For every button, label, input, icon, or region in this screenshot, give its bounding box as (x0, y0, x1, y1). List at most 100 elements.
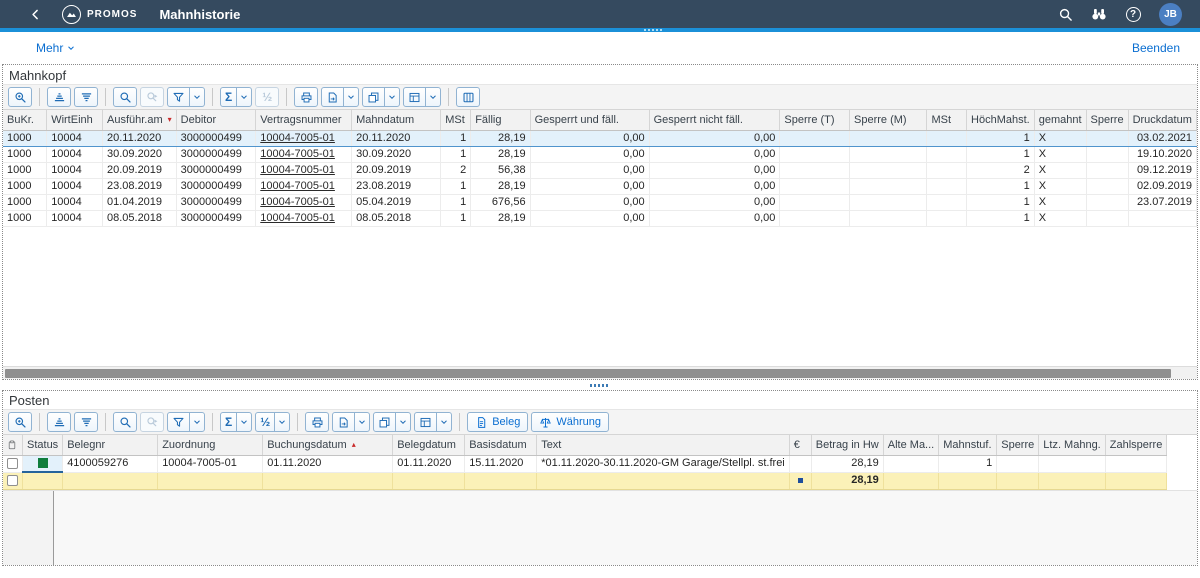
mahnkopf-row[interactable]: 10001000430.09.2020300000049910004-7005-… (3, 146, 1197, 162)
mahnkopf-column-header[interactable]: Vertragsnummer (256, 110, 352, 130)
splitter-grip[interactable] (590, 384, 608, 387)
chevron-down-icon[interactable] (425, 88, 440, 106)
sum-icon[interactable]: Σ (221, 413, 236, 431)
mahnkopf-column-header[interactable]: MSt (927, 110, 967, 130)
mahnkopf-row[interactable]: 10001000408.05.2018300000049910004-7005-… (3, 210, 1197, 226)
mahnkopf-column-header[interactable]: Ausführ.am▾ (102, 110, 176, 130)
posten-column-header[interactable]: Buchungsdatum▴ (263, 435, 393, 455)
mahnkopf-row[interactable]: 10001000423.08.2019300000049910004-7005-… (3, 178, 1197, 194)
chevron-down-icon[interactable] (354, 413, 369, 431)
beleg-button[interactable]: Beleg (467, 412, 528, 432)
sort-descending-button[interactable] (74, 412, 98, 432)
vertragsnummer-link[interactable]: 10004-7005-01 (260, 196, 335, 208)
chevron-down-icon[interactable] (343, 88, 358, 106)
copy-icon[interactable] (374, 413, 395, 431)
back-button[interactable] (26, 5, 44, 23)
posten-column-header[interactable]: Basisdatum (465, 435, 537, 455)
chevron-down-icon[interactable] (274, 413, 289, 431)
vertragsnummer-link[interactable]: 10004-7005-01 (260, 180, 335, 192)
mahnkopf-column-header[interactable]: gemahnt (1034, 110, 1086, 130)
table-settings-button[interactable] (456, 87, 480, 107)
export-icon[interactable] (333, 413, 354, 431)
mahnkopf-column-header[interactable]: Fällig (471, 110, 530, 130)
mahnkopf-column-header[interactable]: Druckdatum (1128, 110, 1196, 130)
posten-column-header[interactable]: Status (23, 435, 63, 455)
posten-column-header[interactable]: Alte Ma... (883, 435, 938, 455)
mahnkopf-column-header[interactable]: HöchMahst. (967, 110, 1035, 130)
export-icon[interactable] (322, 88, 343, 106)
print-button[interactable] (305, 412, 329, 432)
sort-ascending-button[interactable] (47, 412, 71, 432)
search-icon[interactable] (1057, 6, 1073, 22)
mehr-menu-button[interactable]: Mehr (36, 41, 76, 55)
filter-split-button[interactable] (167, 87, 205, 107)
chevron-down-icon[interactable] (236, 88, 251, 106)
posten-column-header[interactable]: € (789, 435, 811, 455)
posten-column-header[interactable]: Mahnstuf. (939, 435, 997, 455)
layout-split-button[interactable] (414, 412, 452, 432)
mahnkopf-column-header[interactable]: MSt (441, 110, 471, 130)
mahnkopf-column-header[interactable]: BuKr. (3, 110, 47, 130)
copy-view-split-button[interactable] (373, 412, 411, 432)
detail-button[interactable] (8, 87, 32, 107)
detail-button[interactable] (8, 412, 32, 432)
select-all-header[interactable] (3, 435, 23, 455)
sum-split-button[interactable]: Σ (220, 412, 252, 432)
subtotal-icon[interactable]: ½ (256, 413, 274, 431)
layout-icon[interactable] (404, 88, 425, 106)
vertragsnummer-link[interactable]: 10004-7005-01 (260, 132, 335, 144)
mahnkopf-column-header[interactable]: Sperre (T) (780, 110, 850, 130)
chevron-down-icon[interactable] (236, 413, 251, 431)
subtotal-split-button[interactable]: ½ (255, 412, 290, 432)
chevron-down-icon[interactable] (189, 413, 204, 431)
vertragsnummer-link[interactable]: 10004-7005-01 (260, 164, 335, 176)
mahnkopf-column-header[interactable]: WirtEinh (47, 110, 103, 130)
vertragsnummer-link[interactable]: 10004-7005-01 (260, 148, 335, 160)
mahnkopf-row[interactable]: 10001000420.11.2020300000049910004-7005-… (3, 130, 1197, 146)
mahnkopf-column-header[interactable]: Sperre (1086, 110, 1128, 130)
mahnkopf-column-header[interactable]: Gesperrt und fäll. (530, 110, 649, 130)
posten-column-header[interactable]: Betrag in Hw (811, 435, 883, 455)
header-resize-grip[interactable] (644, 29, 664, 31)
mahnkopf-column-header[interactable]: Debitor (176, 110, 256, 130)
mahnkopf-row[interactable]: 10001000401.04.2019300000049910004-7005-… (3, 194, 1197, 210)
find-button[interactable] (113, 412, 137, 432)
sort-descending-button[interactable] (74, 87, 98, 107)
avatar[interactable]: JB (1159, 3, 1182, 26)
filter-icon[interactable] (168, 413, 189, 431)
posten-column-header[interactable]: Belegdatum (393, 435, 465, 455)
vertragsnummer-link[interactable]: 10004-7005-01 (260, 212, 335, 224)
chevron-down-icon[interactable] (189, 88, 204, 106)
posten-column-header[interactable]: Zahlsperre (1105, 435, 1167, 455)
filter-split-button[interactable] (167, 412, 205, 432)
copy-view-split-button[interactable] (362, 87, 400, 107)
export-split-button[interactable] (321, 87, 359, 107)
print-button[interactable] (294, 87, 318, 107)
beenden-button[interactable]: Beenden (1132, 41, 1180, 55)
chevron-down-icon[interactable] (395, 413, 410, 431)
posten-column-header[interactable]: Text (537, 435, 790, 455)
mahnkopf-row[interactable]: 10001000420.09.2019300000049910004-7005-… (3, 162, 1197, 178)
posten-column-header[interactable]: Ltz. Mahng. (1039, 435, 1105, 455)
scrollbar-thumb[interactable] (5, 369, 1171, 378)
sort-ascending-button[interactable] (47, 87, 71, 107)
chevron-down-icon[interactable] (384, 88, 399, 106)
posten-column-header[interactable]: Belegnr (63, 435, 158, 455)
posten-total-row[interactable]: 28,19 (3, 472, 1167, 489)
sum-icon[interactable]: Σ (221, 88, 236, 106)
waehrung-button[interactable]: Währung (531, 412, 609, 432)
layout-split-button[interactable] (403, 87, 441, 107)
row-checkbox[interactable] (7, 475, 18, 486)
row-checkbox[interactable] (7, 458, 18, 469)
chevron-down-icon[interactable] (436, 413, 451, 431)
mahnkopf-column-header[interactable]: Mahndatum (352, 110, 441, 130)
mahnkopf-column-header[interactable]: Sperre (M) (850, 110, 927, 130)
binoculars-icon[interactable] (1091, 6, 1107, 22)
sum-split-button[interactable]: Σ (220, 87, 252, 107)
mahnkopf-column-header[interactable]: Gesperrt nicht fäll. (649, 110, 780, 130)
posten-row[interactable]: 410005927610004-7005-0101.11.202001.11.2… (3, 455, 1167, 472)
filter-icon[interactable] (168, 88, 189, 106)
posten-column-header[interactable]: Sperre (997, 435, 1039, 455)
help-icon[interactable]: ? (1125, 6, 1141, 22)
find-button[interactable] (113, 87, 137, 107)
